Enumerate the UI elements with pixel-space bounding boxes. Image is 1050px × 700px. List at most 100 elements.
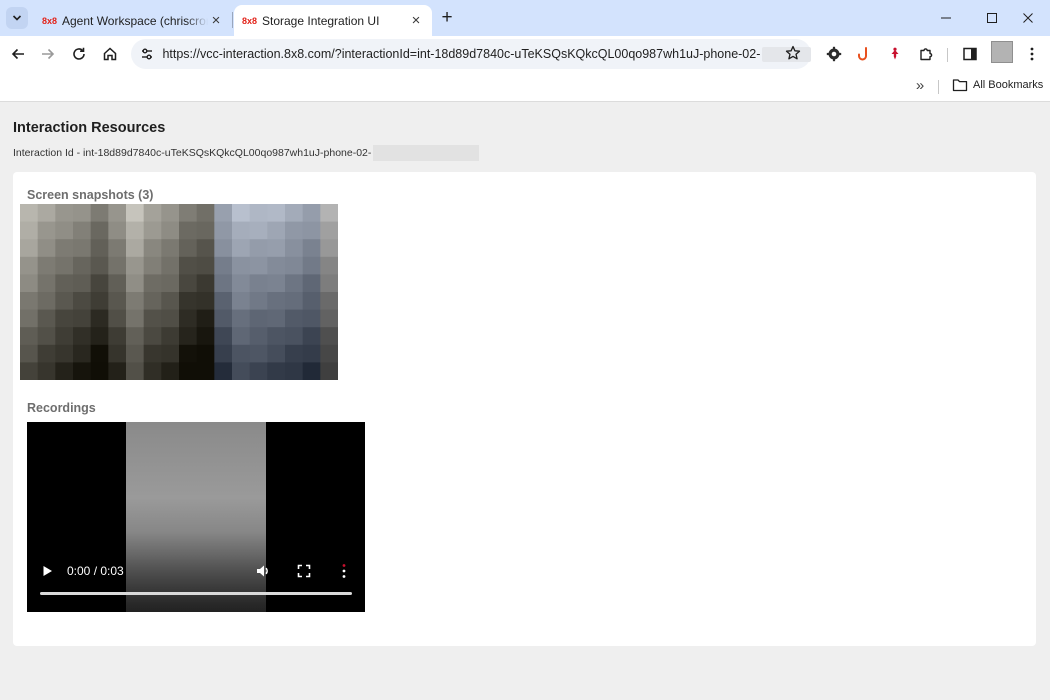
snapshot-pixel (108, 362, 127, 380)
snapshot-pixel (179, 309, 198, 328)
snapshot-pixel (37, 256, 56, 275)
snapshot-pixel (320, 292, 338, 311)
chevron-down-icon (12, 15, 22, 21)
snapshot-pixel (20, 327, 39, 346)
snapshot-pixel (20, 204, 39, 223)
snapshot-pixel (126, 204, 145, 223)
snapshot-pixel (20, 239, 39, 258)
snapshot-pixel (37, 239, 56, 258)
maximize-icon[interactable] (980, 6, 1004, 30)
tab-agent-workspace[interactable]: 8x8 Agent Workspace (chriscrombie × (34, 5, 232, 36)
snapshot-pixel (143, 292, 162, 311)
snapshot-pixel (232, 292, 251, 311)
tune-icon[interactable] (137, 47, 156, 61)
browser-toolbar: https://vcc-interaction.8x8.com/?interac… (0, 36, 1050, 72)
hook-extension-icon[interactable] (853, 43, 875, 65)
interaction-id-text: Interaction Id - int-18d89d7840c-uTeKSQs… (13, 147, 372, 159)
snapshot-pixel (90, 309, 109, 328)
snapshot-pixel (285, 221, 304, 240)
snapshot-pixel (108, 239, 127, 258)
bookmarks-bar: » All Bookmarks (0, 72, 1050, 102)
interaction-id: Interaction Id - int-18d89d7840c-uTeKSQs… (13, 145, 480, 161)
snapshot-pixel (73, 239, 92, 258)
puzzle-icon[interactable] (915, 43, 937, 65)
volume-icon[interactable] (254, 562, 272, 580)
new-tab-button[interactable]: + (437, 8, 457, 28)
snapshot-pixel (232, 221, 251, 240)
all-bookmarks-button[interactable]: All Bookmarks (952, 78, 1043, 92)
snapshot-pixel (143, 344, 162, 363)
snapshot-pixel (196, 292, 215, 311)
snapshot-pixel (55, 362, 74, 380)
snapshot-pixel (249, 239, 268, 258)
snapshot-pixel (73, 274, 92, 293)
snapshot-pixel (143, 204, 162, 223)
snapshot-pixel (320, 344, 338, 363)
reload-button[interactable] (68, 43, 90, 65)
snapshot-pixel (267, 344, 286, 363)
snapshot-pixel (196, 274, 215, 293)
toolbar-divider (947, 48, 948, 62)
close-icon[interactable] (1016, 6, 1040, 30)
tab-title: Agent Workspace (chriscrombie (62, 13, 208, 28)
snapshots-heading: Screen snapshots (3) (27, 188, 154, 202)
snapshot-pixel (55, 221, 74, 240)
snapshot-pixel (161, 274, 180, 293)
close-tab-icon[interactable]: × (208, 12, 224, 29)
gear-extension-icon[interactable] (823, 43, 845, 65)
forward-button[interactable] (37, 43, 59, 65)
close-tab-icon[interactable]: × (408, 12, 424, 29)
snapshot-pixel (37, 204, 56, 223)
profile-avatar[interactable] (991, 41, 1013, 63)
snapshot-pixel (55, 309, 74, 328)
minimize-icon[interactable] (934, 6, 958, 30)
video-time: 0:00 / 0:03 (67, 564, 124, 578)
pin-extension-icon[interactable] (884, 43, 906, 65)
snapshot-pixel (320, 274, 338, 293)
side-panel-icon[interactable] (959, 43, 981, 65)
snapshot-pixel (302, 327, 321, 346)
home-icon (103, 47, 117, 61)
snapshot-pixel (232, 274, 251, 293)
snapshot-pixel (20, 274, 39, 293)
back-button[interactable] (7, 43, 29, 65)
screen-snapshot-image[interactable] (20, 204, 338, 380)
snapshot-pixel (143, 221, 162, 240)
recording-video-player[interactable]: 0:00 / 0:03 (27, 422, 365, 612)
snapshot-pixel (214, 327, 233, 346)
video-progress-bar[interactable] (40, 592, 352, 595)
address-bar[interactable]: https://vcc-interaction.8x8.com/?interac… (131, 39, 811, 69)
more-options-icon[interactable] (335, 561, 353, 581)
snapshot-pixel (320, 221, 338, 240)
snapshot-pixel (161, 221, 180, 240)
8x8-favicon-icon: 8x8 (242, 15, 258, 26)
star-icon[interactable] (785, 45, 801, 66)
home-button[interactable] (99, 43, 121, 65)
all-bookmarks-label: All Bookmarks (973, 79, 1044, 91)
snapshot-pixel (179, 327, 198, 346)
snapshot-pixel (267, 204, 286, 223)
snapshot-pixel (20, 362, 39, 380)
arrow-right-icon (42, 48, 55, 60)
snapshot-pixel (267, 256, 286, 275)
snapshot-pixel (37, 344, 56, 363)
snapshot-pixel (196, 239, 215, 258)
tab-search-button[interactable] (6, 7, 28, 29)
more-bookmarks-icon[interactable]: » (912, 78, 928, 94)
redacted-id-segment (373, 145, 480, 161)
kebab-menu-icon[interactable] (1021, 43, 1043, 65)
snapshot-pixel (126, 274, 145, 293)
fullscreen-icon[interactable] (295, 562, 313, 580)
snapshot-pixel (302, 204, 321, 223)
snapshot-pixel (249, 221, 268, 240)
snapshot-pixel (285, 362, 304, 380)
snapshot-pixel (108, 309, 127, 328)
play-icon[interactable] (39, 563, 55, 579)
snapshot-pixel (267, 309, 286, 328)
snapshot-pixel (302, 309, 321, 328)
snapshot-pixel (214, 344, 233, 363)
bookmarks-divider (938, 80, 939, 94)
page-title: Interaction Resources (13, 120, 166, 136)
tab-storage-integration[interactable]: 8x8 Storage Integration UI × (234, 5, 432, 36)
snapshot-pixel (267, 362, 286, 380)
